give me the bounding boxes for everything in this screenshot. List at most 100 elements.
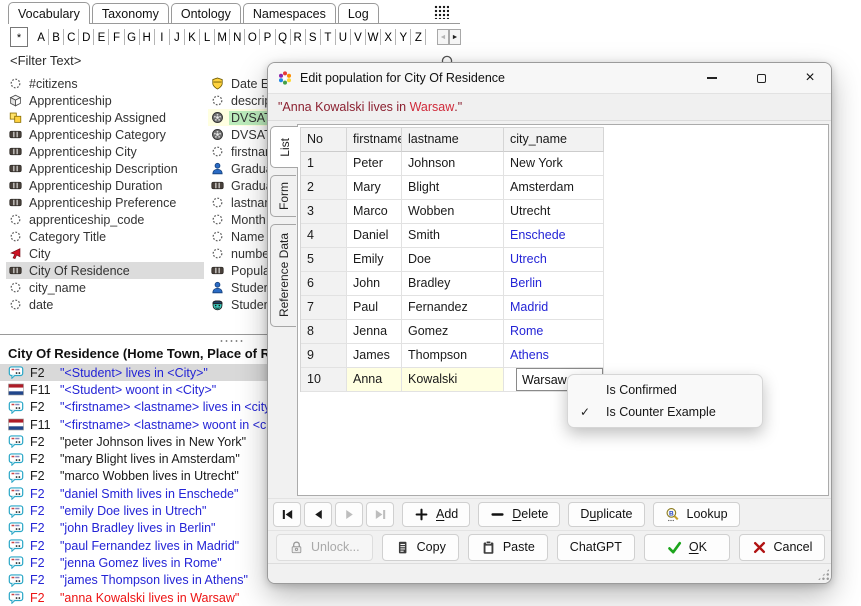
alphabet-scroll-right-button[interactable]: ► (449, 29, 461, 45)
column-header[interactable]: lastname (402, 128, 504, 152)
tree-item[interactable]: Apprenticeship Preference (6, 194, 204, 211)
letter-filter-button[interactable]: W (366, 29, 381, 45)
letter-filter-button[interactable]: F (109, 29, 124, 45)
row-number-cell[interactable]: 5 (301, 248, 347, 272)
city-cell[interactable]: Athens (504, 344, 604, 368)
letter-filter-button[interactable]: C (64, 29, 79, 45)
unlock-button[interactable]: Unlock... (276, 534, 373, 561)
side-tab[interactable]: List (270, 126, 298, 168)
city-cell[interactable]: Berlin (504, 272, 604, 296)
firstname-cell[interactable]: Mary (347, 176, 402, 200)
duplicate-button[interactable]: Duplicate (568, 502, 644, 527)
lookup-button[interactable]: Lookup (653, 502, 740, 527)
delete-button[interactable]: Delete (478, 502, 560, 527)
letter-filter-button[interactable]: D (79, 29, 94, 45)
tree-item[interactable]: Apprenticeship Duration (6, 177, 204, 194)
letter-filter-button[interactable]: B (49, 29, 64, 45)
chatgpt-button[interactable]: ChatGPT (557, 534, 635, 561)
lastname-cell[interactable]: Wobben (402, 200, 504, 224)
side-tab[interactable]: Reference Data (270, 224, 296, 327)
paste-button[interactable]: Paste (468, 534, 548, 561)
tree-item[interactable]: Apprenticeship (6, 92, 204, 109)
main-tab[interactable]: Vocabulary (8, 2, 90, 24)
row-number-cell[interactable]: 4 (301, 224, 347, 248)
main-tab[interactable]: Log (338, 3, 379, 23)
letter-filter-button[interactable]: H (140, 29, 155, 45)
letter-filter-button[interactable]: U (336, 29, 351, 45)
main-tab[interactable]: Namespaces (243, 3, 336, 23)
firstname-cell[interactable]: Daniel (347, 224, 402, 248)
letter-filter-button[interactable]: I (155, 29, 170, 45)
city-cell[interactable]: Utrech (504, 248, 604, 272)
ok-button[interactable]: OK (644, 534, 730, 561)
row-number-cell[interactable]: 8 (301, 320, 347, 344)
dialog-title-bar[interactable]: Edit population for City Of Residence × (268, 63, 831, 93)
cancel-button[interactable]: Cancel (739, 534, 825, 561)
tree-item[interactable]: Apprenticeship City (6, 143, 204, 160)
close-button[interactable]: × (789, 63, 831, 93)
letter-filter-button[interactable]: J (170, 29, 185, 45)
side-tab[interactable]: Form (270, 175, 296, 217)
lastname-cell[interactable]: Smith (402, 224, 504, 248)
column-header[interactable]: city_name (504, 128, 604, 152)
firstname-cell[interactable]: Jenna (347, 320, 402, 344)
next-record-button[interactable] (335, 502, 363, 527)
firstname-cell[interactable]: James (347, 344, 402, 368)
tree-item[interactable]: City (6, 245, 204, 262)
first-record-button[interactable] (273, 502, 301, 527)
tree-item[interactable]: Apprenticeship Assigned (6, 109, 204, 126)
lastname-cell[interactable]: Blight (402, 176, 504, 200)
city-cell[interactable]: Amsterdam (504, 176, 604, 200)
maximize-button[interactable] (740, 63, 782, 93)
add-button[interactable]: Add (402, 502, 470, 527)
row-number-cell[interactable]: 7 (301, 296, 347, 320)
city-cell[interactable]: Utrecht (504, 200, 604, 224)
letter-filter-button[interactable]: S (306, 29, 321, 45)
lastname-cell[interactable]: Kowalski (402, 368, 504, 392)
alphabet-scroll-left-button[interactable]: ◄ (437, 29, 449, 45)
last-record-button[interactable] (366, 502, 394, 527)
lastname-cell[interactable]: Bradley (402, 272, 504, 296)
letter-filter-button[interactable]: A (34, 29, 49, 45)
letter-filter-button[interactable]: T (321, 29, 336, 45)
main-tab[interactable]: Ontology (171, 3, 241, 23)
verbalization-row[interactable]: F2 "anna Kowalski lives in Warsaw" (0, 589, 460, 606)
city-cell[interactable]: Rome (504, 320, 604, 344)
tree-item[interactable]: #citizens (6, 75, 204, 92)
column-header[interactable]: firstname (347, 128, 402, 152)
firstname-cell[interactable]: Marco (347, 200, 402, 224)
row-number-cell[interactable]: 9 (301, 344, 347, 368)
row-number-cell[interactable]: 2 (301, 176, 347, 200)
previous-record-button[interactable] (304, 502, 332, 527)
city-cell[interactable]: Madrid (504, 296, 604, 320)
letter-filter-button[interactable]: X (381, 29, 396, 45)
letter-filter-button[interactable]: L (200, 29, 215, 45)
letter-filter-all-button[interactable]: * (10, 27, 28, 47)
row-number-cell[interactable]: 10 (301, 368, 347, 392)
letter-filter-button[interactable]: K (185, 29, 200, 45)
letter-filter-button[interactable]: G (125, 29, 140, 45)
context-menu-item[interactable]: ✓ Is Counter Example (568, 401, 762, 423)
context-menu-item[interactable]: Is Confirmed (568, 379, 762, 401)
firstname-cell[interactable]: John (347, 272, 402, 296)
lastname-cell[interactable]: Fernandez (402, 296, 504, 320)
row-number-cell[interactable]: 1 (301, 152, 347, 176)
tree-item[interactable]: Apprenticeship Description (6, 160, 204, 177)
copy-button[interactable]: Copy (382, 534, 459, 561)
lastname-cell[interactable]: Gomez (402, 320, 504, 344)
tree-item[interactable]: date (6, 296, 204, 313)
row-number-cell[interactable]: 6 (301, 272, 347, 296)
tree-item[interactable]: city_name (6, 279, 204, 296)
lastname-cell[interactable]: Johnson (402, 152, 504, 176)
letter-filter-button[interactable]: N (230, 29, 245, 45)
city-cell[interactable]: New York (504, 152, 604, 176)
firstname-cell[interactable]: Peter (347, 152, 402, 176)
letter-filter-button[interactable]: M (215, 29, 230, 45)
firstname-cell[interactable]: Emily (347, 248, 402, 272)
lastname-cell[interactable]: Doe (402, 248, 504, 272)
letter-filter-button[interactable]: P (260, 29, 275, 45)
tree-item[interactable]: Category Title (6, 228, 204, 245)
minimize-button[interactable] (691, 63, 733, 93)
tree-item[interactable]: Apprenticeship Category (6, 126, 204, 143)
main-tab[interactable]: Taxonomy (92, 3, 169, 23)
